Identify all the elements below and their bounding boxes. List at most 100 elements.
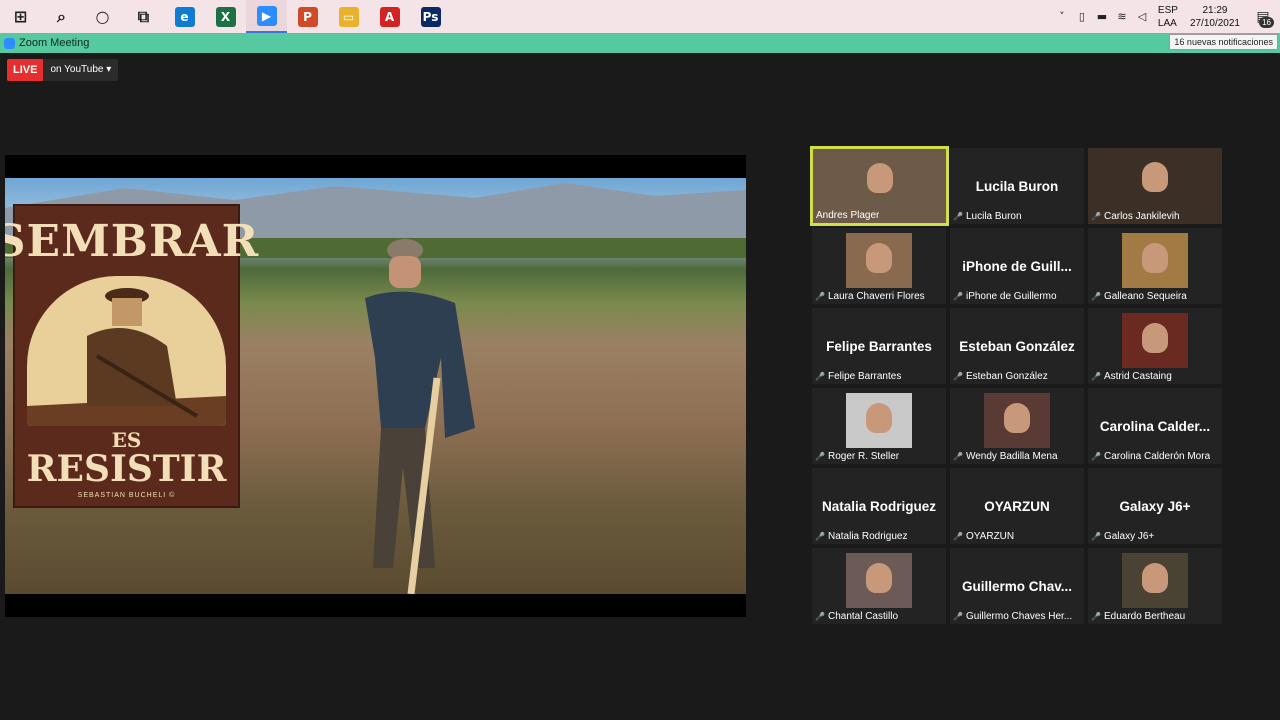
- participant-tile[interactable]: 🎤 Eduardo Bertheau: [1088, 548, 1222, 624]
- mic-muted-icon: 🎤: [953, 212, 963, 221]
- participant-name: Eduardo Bertheau: [1103, 611, 1186, 622]
- acrobat-icon-glyph: A: [379, 6, 400, 27]
- participant-name-label: 🎤 Guillermo Chaves Her...: [950, 611, 1075, 622]
- notification-tooltip: 16 nuevas notificaciones: [1169, 34, 1278, 50]
- participant-video: [846, 393, 912, 448]
- participant-name-label: 🎤 Astrid Castaing: [1088, 371, 1175, 382]
- face-silhouette-icon: [1142, 322, 1168, 353]
- participant-name-label: 🎤 Galaxy J6+: [1088, 531, 1157, 542]
- participant-name-label: 🎤 Carolina Calderón Mora: [1088, 451, 1213, 462]
- participant-tile[interactable]: 🎤 Galleano Sequeira: [1088, 228, 1222, 304]
- participant-name: Lucila Buron: [965, 211, 1022, 222]
- search-icon[interactable]: ⌕: [41, 0, 82, 33]
- participant-tile[interactable]: Esteban González 🎤 Esteban González: [950, 308, 1084, 384]
- participant-video: [1122, 233, 1188, 288]
- task-view-icon[interactable]: ⧉: [123, 0, 164, 33]
- language-indicator[interactable]: ESP LAA: [1152, 4, 1184, 30]
- zoom-icon[interactable]: ▶: [246, 0, 287, 33]
- participant-name-label: 🎤 Wendy Badilla Mena: [950, 451, 1061, 462]
- participant-tile[interactable]: 🎤 Astrid Castaing: [1088, 308, 1222, 384]
- participant-tile[interactable]: Carolina Calder... 🎤 Carolina Calderón Mor…: [1088, 388, 1222, 464]
- participant-tile[interactable]: OYARZUN 🎤 OYARZUN: [950, 468, 1084, 544]
- clock-date: 27/10/2021: [1189, 17, 1240, 29]
- participant-name-label: 🎤 Chantal Castillo: [812, 611, 901, 622]
- face-silhouette-icon: [1142, 562, 1168, 593]
- participant-name-label: 🎤 Eduardo Bertheau: [1088, 611, 1188, 622]
- edge-icon[interactable]: e: [164, 0, 205, 33]
- participant-tile[interactable]: Natalia Rodriguez 🎤 Natalia Rodriguez: [812, 468, 946, 544]
- volume-icon[interactable]: ◁: [1132, 0, 1152, 33]
- participant-tile[interactable]: Lucila Buron 🎤 Lucila Buron: [950, 148, 1084, 224]
- participant-video: [846, 553, 912, 608]
- face-silhouette-icon: [866, 242, 892, 273]
- windows-taskbar: ⊞ ⌕ ○ ⧉ e X ▶ P ▭ A Ps ˅ ▯ ▬ ≋ ◁ ESP LAA 21:29 27/…: [0, 0, 1280, 33]
- participant-name: Galaxy J6+: [1103, 531, 1155, 542]
- start-button[interactable]: ⊞: [0, 0, 41, 33]
- mic-muted-icon: 🎤: [1091, 212, 1101, 221]
- participant-tile[interactable]: Guillermo Chav... 🎤 Guillermo Chaves Her..…: [950, 548, 1084, 624]
- face-silhouette-icon: [1142, 161, 1168, 192]
- clock[interactable]: 21:29 27/10/2021: [1184, 4, 1246, 30]
- zoom-title-bar: Zoom Meeting: [0, 33, 1280, 53]
- zoom-icon-glyph: ▶: [256, 5, 277, 26]
- battery-icon[interactable]: ▬: [1092, 0, 1112, 33]
- participant-tile[interactable]: 🎤 Laura Chaverri Flores: [812, 228, 946, 304]
- cortana-icon[interactable]: ○: [82, 0, 123, 33]
- search-icon-glyph: ⌕: [57, 6, 66, 26]
- language-code: ESP: [1157, 4, 1178, 16]
- participant-name: Guillermo Chaves Her...: [965, 611, 1073, 622]
- participant-tile[interactable]: 🎤 Chantal Castillo: [812, 548, 946, 624]
- acrobat-icon[interactable]: A: [369, 0, 410, 33]
- participant-tile[interactable]: 🎤 Carlos Jankilevih: [1088, 148, 1222, 224]
- file-explorer-icon-glyph: ▭: [338, 6, 359, 27]
- participant-name-label: 🎤 Roger R. Steller: [812, 451, 902, 462]
- device-icon[interactable]: ▯: [1072, 0, 1092, 33]
- participant-name-label: 🎤 Laura Chaverri Flores: [812, 291, 928, 302]
- participant-tile[interactable]: Felipe Barrantes 🎤 Felipe Barrantes: [812, 308, 946, 384]
- live-stream-indicator[interactable]: LIVE on YouTube ▾: [7, 59, 119, 81]
- poster-illustration: [27, 276, 226, 426]
- mic-muted-icon: 🎤: [815, 292, 825, 301]
- poster: SEMBRAR ES RESISTIR SEBASTIAN BUCHELI ©: [5, 204, 258, 508]
- mic-muted-icon: 🎤: [1091, 292, 1101, 301]
- participant-name: Felipe Barrantes: [827, 371, 902, 382]
- notification-center-button[interactable]: ▤ 16: [1246, 0, 1280, 33]
- farmer-illustration: [27, 288, 226, 426]
- mic-muted-icon: 🎤: [815, 532, 825, 541]
- participant-name: Carolina Calderón Mora: [1103, 451, 1211, 462]
- participant-tile[interactable]: 🎤 Wendy Badilla Mena: [950, 388, 1084, 464]
- participant-name: Laura Chaverri Flores: [827, 291, 925, 302]
- face-silhouette-icon: [1142, 242, 1168, 273]
- participant-name: iPhone de Guillermo: [965, 291, 1057, 302]
- face-silhouette-icon: [866, 402, 892, 433]
- mic-muted-icon: 🎤: [953, 532, 963, 541]
- shared-photo: SEMBRAR ES RESISTIR SEBASTIAN BUCHELI ©: [5, 178, 746, 594]
- wifi-icon[interactable]: ≋: [1112, 0, 1132, 33]
- window-title: Zoom Meeting: [19, 37, 90, 49]
- layout-code: LAA: [1157, 17, 1177, 29]
- participant-name: Roger R. Steller: [827, 451, 900, 462]
- photoshop-icon[interactable]: Ps: [410, 0, 451, 33]
- participant-tile[interactable]: 🎤 Roger R. Steller: [812, 388, 946, 464]
- participant-name-label: 🎤 Felipe Barrantes: [812, 371, 904, 382]
- file-explorer-icon[interactable]: ▭: [328, 0, 369, 33]
- participant-name: OYARZUN: [965, 531, 1015, 542]
- taskbar-apps: ⊞ ⌕ ○ ⧉ e X ▶ P ▭ A Ps: [0, 0, 451, 33]
- participant-name-label: 🎤 Carlos Jankilevih: [1088, 211, 1183, 222]
- participant-tile[interactable]: Galaxy J6+ 🎤 Galaxy J6+: [1088, 468, 1222, 544]
- mic-muted-icon: 🎤: [953, 612, 963, 621]
- powerpoint-icon[interactable]: P: [287, 0, 328, 33]
- excel-icon-glyph: X: [215, 6, 236, 27]
- participant-name-label: 🎤Andres Plager: [813, 210, 882, 221]
- participant-video: [1122, 313, 1188, 368]
- chevron-up-icon[interactable]: ˅: [1052, 0, 1072, 33]
- excel-icon[interactable]: X: [205, 0, 246, 33]
- participant-video: [1122, 553, 1188, 608]
- notification-count-badge: 16: [1259, 17, 1274, 28]
- participant-name: Esteban González: [965, 371, 1048, 382]
- live-platform-dropdown[interactable]: on YouTube ▾: [43, 59, 119, 81]
- participant-tile[interactable]: 🎤Andres Plager: [810, 146, 949, 226]
- face-silhouette-icon: [1004, 402, 1030, 433]
- face-silhouette-icon: [866, 162, 893, 193]
- participant-tile[interactable]: iPhone de Guill... 🎤 iPhone de Guillermo: [950, 228, 1084, 304]
